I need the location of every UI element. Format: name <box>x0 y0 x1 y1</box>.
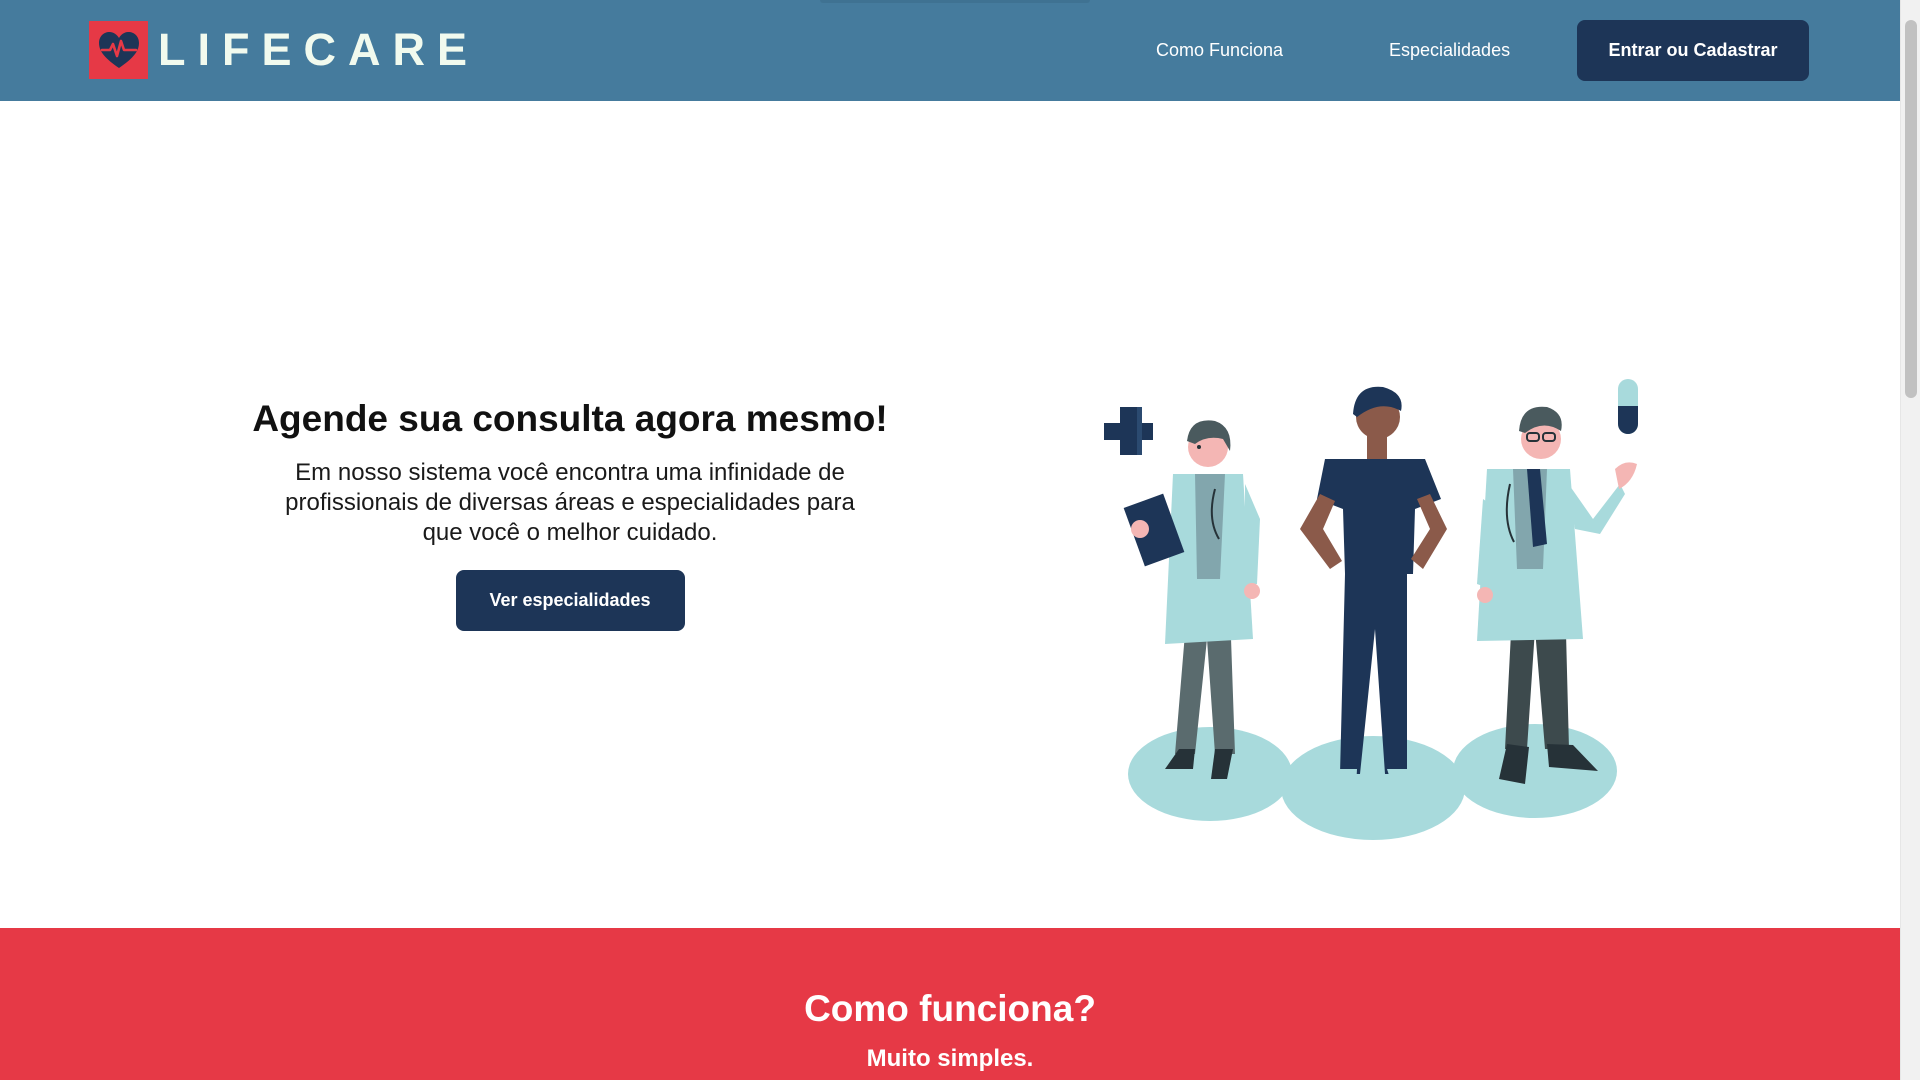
how-it-works-section: Como funciona? Muito simples. <box>0 928 1900 1080</box>
heart-pulse-icon <box>89 21 148 79</box>
logo-text: LIFECARE <box>158 24 479 75</box>
hero-description: Em nosso sistema você encontra uma infin… <box>285 459 855 546</box>
pill-icon <box>1618 379 1638 434</box>
top-navbar: LIFECARE Como Funciona Especialidades En… <box>0 0 1900 101</box>
doctor-woman-figure <box>1123 420 1260 779</box>
hero-text-block: Agende sua consulta agora mesmo! Em noss… <box>250 396 890 631</box>
how-it-works-subtitle: Muito simples. <box>866 1045 1034 1072</box>
view-specialties-button[interactable]: Ver especialidades <box>455 570 685 631</box>
logo[interactable]: LIFECARE <box>89 21 479 79</box>
page: LIFECARE Como Funciona Especialidades En… <box>0 0 1900 1080</box>
doctor-man-figure <box>1477 406 1637 784</box>
hero-section: Agende sua consulta agora mesmo! Em noss… <box>0 101 1900 928</box>
login-signup-button[interactable]: Entrar ou Cadastrar <box>1577 20 1809 81</box>
scrollbar-thumb[interactable] <box>1905 20 1917 398</box>
vertical-scrollbar[interactable] <box>1900 0 1920 1080</box>
how-it-works-title: Como funciona? <box>804 988 1096 1029</box>
nav-link-specialties[interactable]: Especialidades <box>1389 39 1510 61</box>
nav-link-how-it-works[interactable]: Como Funciona <box>1156 39 1283 61</box>
doctors-illustration <box>1095 369 1655 859</box>
header-tab-shadow <box>820 0 1090 3</box>
medical-cross-icon <box>1104 407 1153 455</box>
hero-title: Agende sua consulta agora mesmo! <box>252 398 888 439</box>
